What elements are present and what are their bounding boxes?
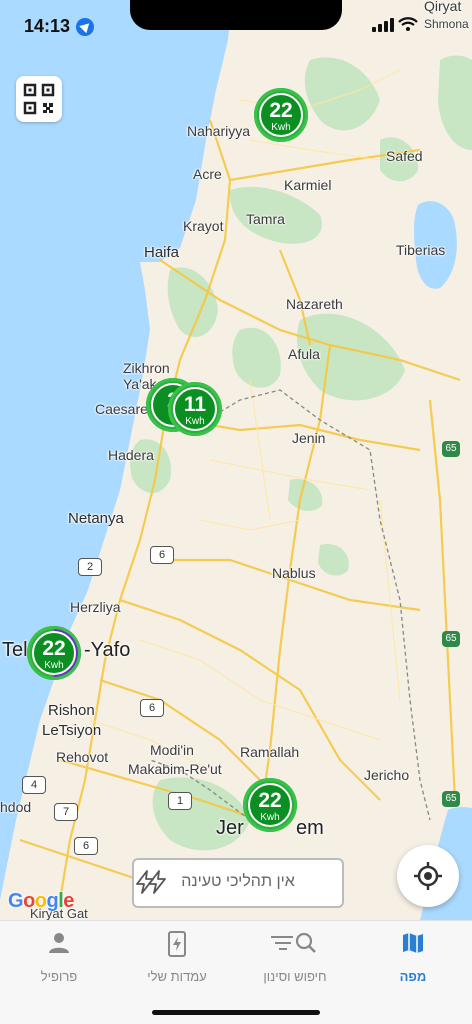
tab-my-stations[interactable]: עמדות שלי [122, 931, 232, 991]
marker-kw-value: 11 [183, 393, 207, 416]
status-bar: 14:13 [0, 0, 472, 54]
marker-kw-unit: Kwh [44, 660, 64, 671]
charging-station-marker[interactable]: 11 Kwh [168, 382, 222, 436]
city-label: Nahariyya [187, 123, 251, 139]
map-view[interactable]: Qiryat Shmona Nahariyya Safed Acre Karmi… [0, 0, 472, 920]
qr-scan-button[interactable] [16, 76, 62, 122]
tab-label: חיפוש וסינון [263, 969, 327, 984]
tab-label: פרופיל [40, 969, 78, 984]
marker-kw-unit: Kwh [271, 122, 291, 133]
tab-label: עמדות שלי [147, 969, 207, 984]
road-shield: 7 [54, 803, 78, 821]
marker-badge: 22 Kwh [248, 783, 292, 827]
city-label: Afula [288, 346, 320, 362]
cellular-signal-icon [372, 18, 394, 32]
screen: Qiryat Shmona Nahariyya Safed Acre Karmi… [0, 0, 472, 1024]
device-notch [130, 0, 342, 30]
city-label: Makabim-Re'ut [128, 761, 222, 777]
qr-code-icon [23, 83, 55, 115]
city-label: Tel [2, 639, 28, 661]
crosshair-icon [414, 862, 442, 890]
road-shield: 6 [150, 546, 174, 564]
status-time: 14:13 [24, 16, 71, 36]
tab-map[interactable]: מפה [358, 931, 468, 991]
city-label: Nazareth [286, 296, 343, 312]
city-label: Safed [386, 148, 423, 164]
marker-kw-unit: Kwh [185, 416, 205, 427]
map-icon [403, 933, 423, 953]
home-indicator [152, 1010, 320, 1015]
marker-badge: 22 Kwh [259, 93, 303, 137]
road-shield: 2 [78, 558, 102, 576]
search-filter-icon [271, 932, 316, 953]
city-label: Netanya [68, 510, 124, 527]
my-location-button[interactable] [397, 845, 459, 907]
city-label: Modi'in [150, 742, 194, 758]
marker-badge: 11 Kwh [173, 387, 217, 431]
city-label: Jer [216, 817, 244, 839]
city-label: Rishon [48, 702, 95, 719]
city-label: LeTsiyon [42, 722, 102, 739]
marker-kw-value: 22 [269, 99, 293, 122]
city-label: Tamra [246, 211, 285, 227]
bottom-tab-bar: פרופיל עמדות שלי חיפוש וסינון מפה [0, 920, 472, 1024]
road-shield: 6 [74, 837, 98, 855]
marker-kw-value: 22 [258, 789, 282, 812]
city-label: -Yafo [84, 639, 131, 661]
city-label: Hadera [108, 447, 154, 463]
city-label: Haifa [144, 244, 180, 261]
person-icon [49, 933, 69, 953]
charging-station-marker[interactable]: 22 Kwh [27, 626, 81, 680]
city-label: em [296, 817, 324, 839]
road-shield: 65 [442, 791, 460, 807]
charging-status-text: אין תהליכי טעינה [181, 873, 295, 890]
tab-profile[interactable]: פרופיל [4, 931, 114, 991]
city-label: Jericho [364, 767, 410, 783]
city-label: Rehovot [56, 749, 109, 765]
city-label: hdod [0, 799, 32, 815]
marker-badge: 22 Kwh [32, 631, 76, 675]
charging-status-button[interactable]: אין תהליכי טעינה [132, 858, 344, 908]
road-shield: 65 [442, 631, 460, 647]
city-label: Jenin [292, 430, 326, 446]
road-shield: 1 [168, 792, 192, 810]
marker-kw-unit: Kwh [260, 812, 280, 823]
lightning-icon [136, 870, 154, 894]
charging-station-icon [168, 931, 186, 957]
marker-kw-value: 22 [42, 637, 66, 660]
city-label: Nablus [272, 565, 316, 581]
city-label: Karmiel [284, 177, 332, 193]
charging-station-marker[interactable]: 22 Kwh [243, 778, 297, 832]
road-shield: 4 [22, 776, 46, 794]
city-label: Acre [193, 166, 222, 182]
road-shield: 6 [140, 699, 164, 717]
wifi-icon [398, 17, 418, 31]
google-logo: Google [8, 890, 74, 912]
city-label: Tiberias [396, 242, 446, 258]
location-arrow-icon [76, 18, 94, 36]
city-label: Zikhron [123, 360, 170, 376]
city-label: Krayot [183, 218, 224, 234]
road-shield: 65 [442, 441, 460, 457]
city-label: Herzliya [70, 599, 121, 615]
city-label: Ramallah [240, 744, 300, 760]
tab-label: מפה [399, 969, 427, 984]
tab-search-filter[interactable]: חיפוש וסינון [240, 931, 350, 991]
charging-station-marker[interactable]: 22 Kwh [254, 88, 308, 142]
